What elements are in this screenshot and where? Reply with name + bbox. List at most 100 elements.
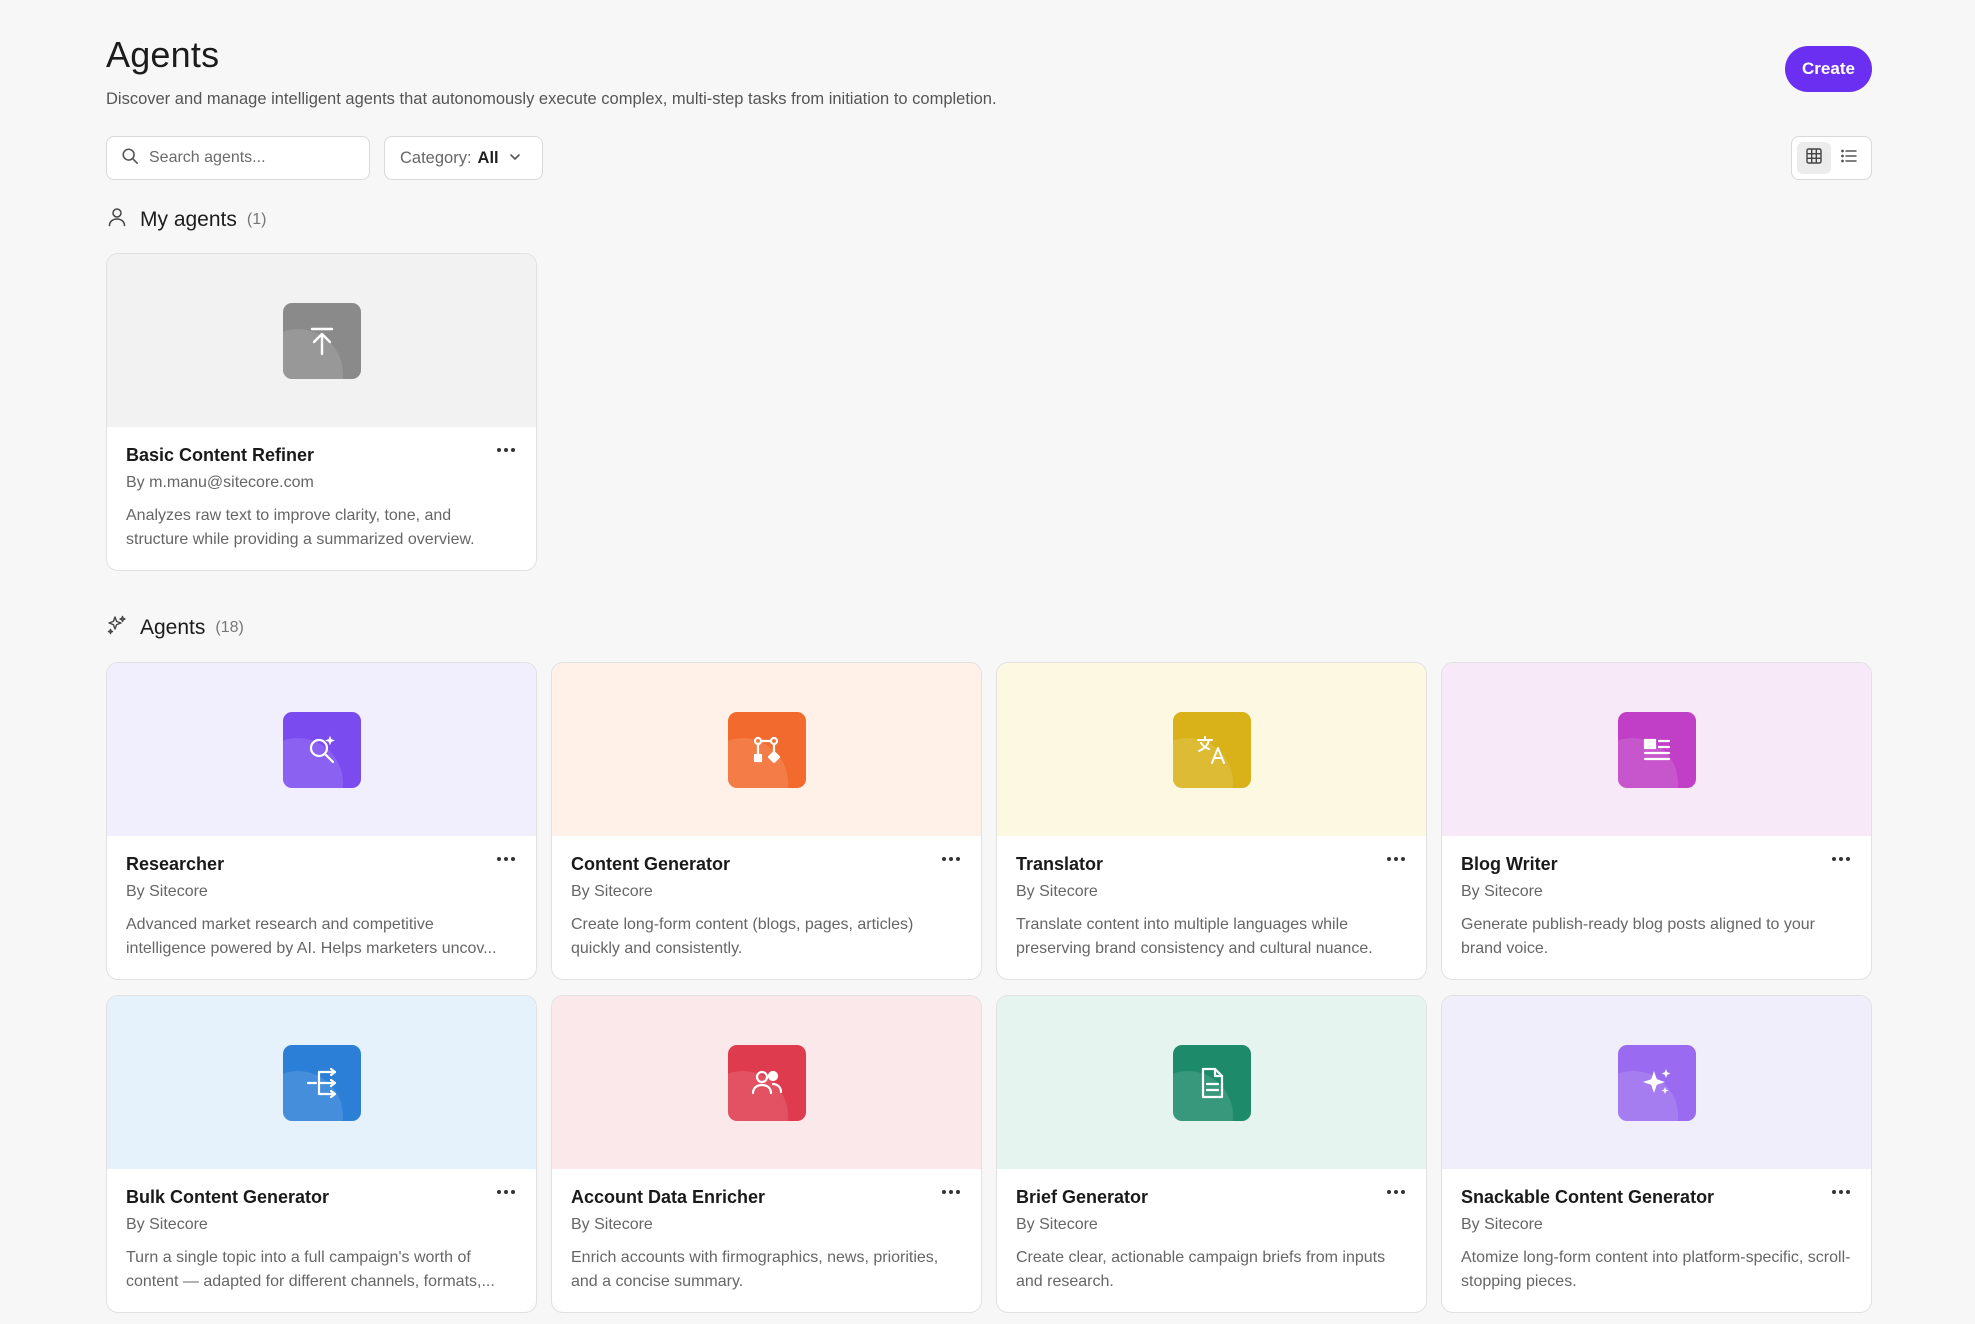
card-body: Bulk Content Generator By Sitecore Turn a … — [107, 1169, 536, 1294]
card-banner — [107, 254, 536, 427]
grid-view-button[interactable] — [1796, 142, 1831, 174]
category-filter[interactable]: Category: All — [384, 136, 543, 180]
card-body: Snackable Content Generator By Sitecore At… — [1442, 1169, 1871, 1294]
list-view-button[interactable] — [1832, 142, 1866, 174]
card-description: Translate content into multiple language… — [1016, 916, 1373, 957]
user-icon — [106, 206, 128, 233]
card-author: By m.manu@sitecore.com — [126, 474, 314, 491]
card-author: By Sitecore — [1461, 883, 1543, 900]
sparkles-icon — [106, 614, 128, 641]
card-banner — [997, 996, 1426, 1169]
card-author: By Sitecore — [1016, 883, 1098, 900]
agent-card-blog-writer[interactable]: Blog Writer By Sitecore Generate publish-r… — [1441, 662, 1872, 980]
more-horizontal-icon — [941, 849, 961, 867]
create-button[interactable]: Create — [1785, 46, 1872, 92]
card-title: Basic Content Refiner — [126, 445, 315, 465]
card-title: Researcher — [126, 854, 225, 874]
more-options-button[interactable] — [937, 1181, 965, 1201]
agents-title: Agents — [140, 615, 206, 639]
card-banner — [107, 996, 536, 1169]
card-title: Content Generator — [571, 854, 731, 874]
page-header: Agents Discover and manage intelligent a… — [106, 34, 1872, 109]
agent-card-brief-generator[interactable]: Brief Generator By Sitecore Create clear, … — [996, 995, 1427, 1313]
card-banner — [1442, 996, 1871, 1169]
chevron-down-icon — [499, 149, 521, 168]
card-author: By Sitecore — [1461, 1216, 1543, 1233]
card-body: Researcher By Sitecore Advanced market res… — [107, 836, 536, 961]
card-title: Brief Generator — [1016, 1187, 1149, 1207]
translate-icon — [1172, 711, 1251, 788]
more-options-button[interactable] — [492, 1181, 520, 1201]
agents-count: (18) — [215, 618, 244, 636]
category-label: Category: — [400, 148, 472, 167]
category-value: All — [477, 148, 499, 167]
agents-page: Agents Discover and manage intelligent a… — [0, 0, 1975, 1324]
more-horizontal-icon — [1831, 1182, 1851, 1200]
card-description: Analyzes raw text to improve clarity, to… — [126, 507, 475, 548]
branch-icon — [282, 1044, 361, 1121]
card-title: Translator — [1016, 854, 1104, 874]
card-banner — [1442, 663, 1871, 836]
more-options-button[interactable] — [1827, 1181, 1855, 1201]
card-description: Atomize long-form content into platform-… — [1461, 1249, 1851, 1290]
card-title: Bulk Content Generator — [126, 1187, 330, 1207]
article-icon — [1617, 711, 1696, 788]
card-description: Create long-form content (blogs, pages, … — [571, 916, 914, 957]
search-sparkle-icon — [282, 711, 361, 788]
card-description: Create clear, actionable campaign briefs… — [1016, 1249, 1386, 1290]
more-options-button[interactable] — [1382, 848, 1410, 868]
page-subtitle: Discover and manage intelligent agents t… — [106, 90, 997, 108]
card-description: Advanced market research and competitive… — [126, 916, 497, 957]
card-description: Turn a single topic into a full campaign… — [126, 1249, 495, 1290]
card-author: By Sitecore — [571, 1216, 653, 1233]
card-author: By Sitecore — [126, 883, 208, 900]
page-title: Agents — [106, 34, 220, 75]
card-banner — [997, 663, 1426, 836]
more-horizontal-icon — [496, 849, 516, 867]
more-horizontal-icon — [496, 440, 516, 458]
agent-card-bulk-content-generator[interactable]: Bulk Content Generator By Sitecore Turn a … — [106, 995, 537, 1313]
more-options-button[interactable] — [937, 848, 965, 868]
card-body: Basic Content Refiner By m.manu@sitecore.… — [107, 427, 536, 552]
card-description: Generate publish-ready blog posts aligne… — [1461, 916, 1815, 957]
card-body: Account Data Enricher By Sitecore Enrich a… — [552, 1169, 981, 1294]
more-horizontal-icon — [1831, 849, 1851, 867]
agent-card-basic-content-refiner[interactable]: Basic Content Refiner By m.manu@sitecore.… — [106, 253, 537, 571]
more-horizontal-icon — [496, 1182, 516, 1200]
more-options-button[interactable] — [492, 439, 520, 459]
view-toggle — [1791, 136, 1872, 180]
users-icon — [727, 1044, 806, 1121]
card-banner — [552, 663, 981, 836]
document-icon — [1172, 1044, 1251, 1121]
workflow-icon — [727, 711, 806, 788]
search-box[interactable] — [106, 136, 370, 180]
more-horizontal-icon — [1386, 849, 1406, 867]
agent-card-content-generator[interactable]: Content Generator By Sitecore Create long-… — [551, 662, 982, 980]
agent-card-researcher[interactable]: Researcher By Sitecore Advanced market res… — [106, 662, 537, 980]
agent-card-translator[interactable]: Translator By Sitecore Translate content i… — [996, 662, 1427, 980]
agent-card-account-data-enricher[interactable]: Account Data Enricher By Sitecore Enrich a… — [551, 995, 982, 1313]
card-author: By Sitecore — [1016, 1216, 1098, 1233]
card-body: Content Generator By Sitecore Create long-… — [552, 836, 981, 961]
card-body: Translator By Sitecore Translate content i… — [997, 836, 1426, 961]
card-banner — [552, 996, 981, 1169]
more-horizontal-icon — [941, 1182, 961, 1200]
upload-icon — [282, 302, 361, 379]
toolbar: Category: All — [106, 136, 1872, 180]
more-options-button[interactable] — [1827, 848, 1855, 868]
more-horizontal-icon — [1386, 1182, 1406, 1200]
card-title: Account Data Enricher — [571, 1187, 766, 1207]
more-options-button[interactable] — [1382, 1181, 1410, 1201]
search-icon — [121, 147, 139, 170]
agent-card-snackable-content-generator[interactable]: Snackable Content Generator By Sitecore At… — [1441, 995, 1872, 1313]
card-banner — [107, 663, 536, 836]
my-agents-header: My agents (1) — [106, 206, 266, 233]
list-icon — [1840, 147, 1858, 170]
card-body: Blog Writer By Sitecore Generate publish-r… — [1442, 836, 1871, 961]
sparkles-icon — [1617, 1044, 1696, 1121]
card-description: Enrich accounts with firmographics, news… — [571, 1249, 939, 1290]
search-input[interactable] — [149, 149, 349, 167]
card-title: Snackable Content Generator — [1461, 1187, 1715, 1207]
more-options-button[interactable] — [492, 848, 520, 868]
grid-icon — [1805, 147, 1823, 170]
